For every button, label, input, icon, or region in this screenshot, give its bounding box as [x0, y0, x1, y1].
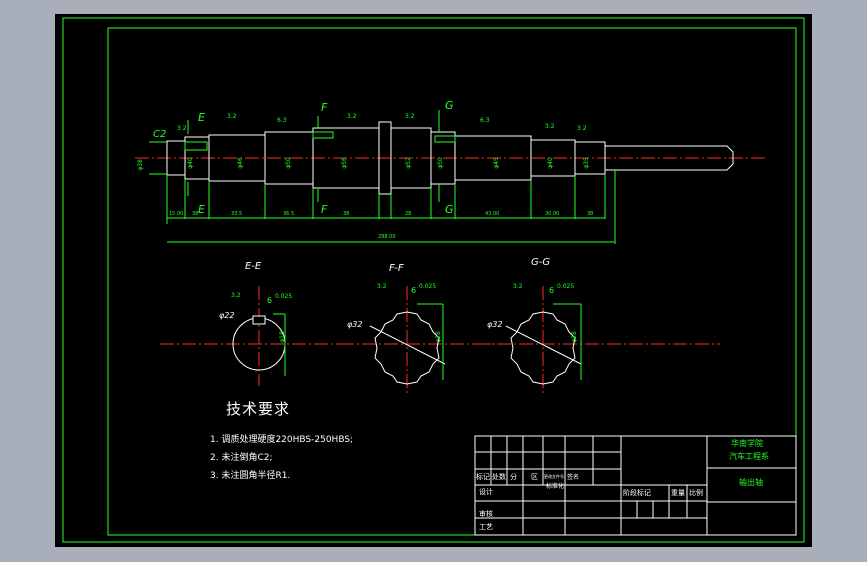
section-title-e-e: E-E — [245, 261, 262, 272]
section-title-g-g: G-G — [531, 257, 551, 268]
diameter-label: φ46 — [236, 157, 244, 169]
section-mark-e-top: E — [198, 111, 205, 124]
roughness-label: 3.2 — [177, 125, 187, 132]
keyway-tolerance: 0.025 — [557, 283, 575, 290]
diameter-label: φ40 — [546, 157, 554, 169]
section-title-f-f: F-F — [389, 263, 404, 274]
drawing-sheet — [62, 17, 805, 543]
section-depth: φ28 — [434, 331, 442, 343]
roughness-label: 3.2 — [347, 113, 357, 120]
designer-label: 设计 — [479, 488, 493, 496]
weight-label: 重量 — [671, 489, 685, 497]
roughness-label: 3.2 — [513, 283, 523, 290]
diameter-label: φ38 — [136, 159, 144, 171]
diameter-label: φ50 — [436, 157, 444, 169]
section-e-e — [160, 286, 340, 386]
keyway-tolerance: 0.025 — [275, 293, 293, 300]
segment-length: 36.5 — [283, 211, 295, 217]
standardize-label: 标准化 — [546, 483, 565, 490]
section-mark-f-bottom: F — [321, 203, 328, 216]
section-depth: φ18 — [278, 331, 286, 343]
header-cell: 处数 — [492, 473, 506, 481]
keyway-width: 6 — [549, 286, 555, 295]
department-name: 汽车工程系 — [729, 452, 769, 461]
note-item: 3. 未注圆角半径R1. — [210, 471, 291, 481]
roughness-label: 3.2 — [377, 283, 387, 290]
diameter-label: φ50 — [284, 157, 292, 169]
scale-label: 比例 — [689, 489, 703, 497]
roughness-label: 3.2 — [545, 123, 555, 130]
diameter-label: φ40 — [186, 157, 194, 169]
segment-length: 30.00 — [545, 211, 560, 217]
diameter-label: φ56 — [340, 157, 348, 169]
process-label: 工艺 — [479, 523, 493, 531]
section-g-g — [475, 286, 720, 396]
header-cell: 更改文件号 — [544, 474, 564, 479]
keyway-width: 6 — [411, 286, 417, 295]
diameter-label: φ35 — [582, 157, 590, 169]
notes-title: 技术要求 — [226, 400, 291, 418]
section-diameter: φ32 — [347, 320, 363, 329]
segment-length: 15.00 — [169, 211, 184, 217]
header-cell: 签名 — [567, 474, 580, 481]
chamfer-label: C2 — [153, 129, 167, 140]
stage-label: 阶段标记 — [623, 489, 651, 497]
review-label: 审核 — [479, 510, 493, 518]
keyway-tolerance: 0.025 — [419, 283, 437, 290]
cad-viewport[interactable]: C2 E E F F G G 3.2 3.2 6.3 3.2 3.2 6.3 3… — [55, 14, 812, 547]
roughness-label: 3.2 — [577, 125, 587, 132]
section-mark-g-bottom: G — [445, 203, 454, 216]
drawing-name: 输出轴 — [739, 478, 763, 487]
keyway-width: 6 — [267, 296, 273, 305]
overall-length: 288.00 — [378, 234, 396, 240]
segment-length: 38 — [192, 211, 199, 217]
section-depth: φ28 — [570, 331, 578, 343]
note-item: 1. 调质处理硬度220HBS-250HBS; — [210, 435, 354, 445]
roughness-label: 3.2 — [231, 292, 241, 299]
section-mark-g-top: G — [445, 99, 454, 112]
segment-length: 33.5 — [231, 211, 243, 217]
section-diameter: φ32 — [487, 320, 503, 329]
segment-length: 43.00 — [485, 211, 500, 217]
section-f-f — [340, 286, 495, 396]
shaft-view — [135, 110, 767, 244]
header-cell: 标记 — [476, 473, 490, 481]
note-item: 2. 未注倒角C2; — [210, 453, 273, 463]
diameter-label: φ45 — [492, 157, 500, 169]
section-diameter: φ22 — [219, 311, 235, 320]
roughness-label: 3.2 — [405, 113, 415, 120]
header-cell: 分 — [510, 473, 517, 481]
header-cell: 区 — [531, 473, 538, 481]
roughness-label: 6.3 — [480, 117, 490, 124]
roughness-label: 6.3 — [277, 117, 287, 124]
shaft-dimension-lines — [149, 110, 616, 244]
segment-length: 28 — [405, 211, 412, 217]
segment-length: 38 — [587, 211, 594, 217]
school-name: 华南学院 — [731, 439, 763, 448]
section-mark-e-bottom: E — [198, 203, 205, 216]
diameter-label: φ52 — [404, 157, 412, 169]
sheet-outer-frame — [62, 17, 805, 543]
segment-length: 38 — [343, 211, 350, 217]
section-mark-f-top: F — [321, 101, 328, 114]
roughness-label: 3.2 — [227, 113, 237, 120]
